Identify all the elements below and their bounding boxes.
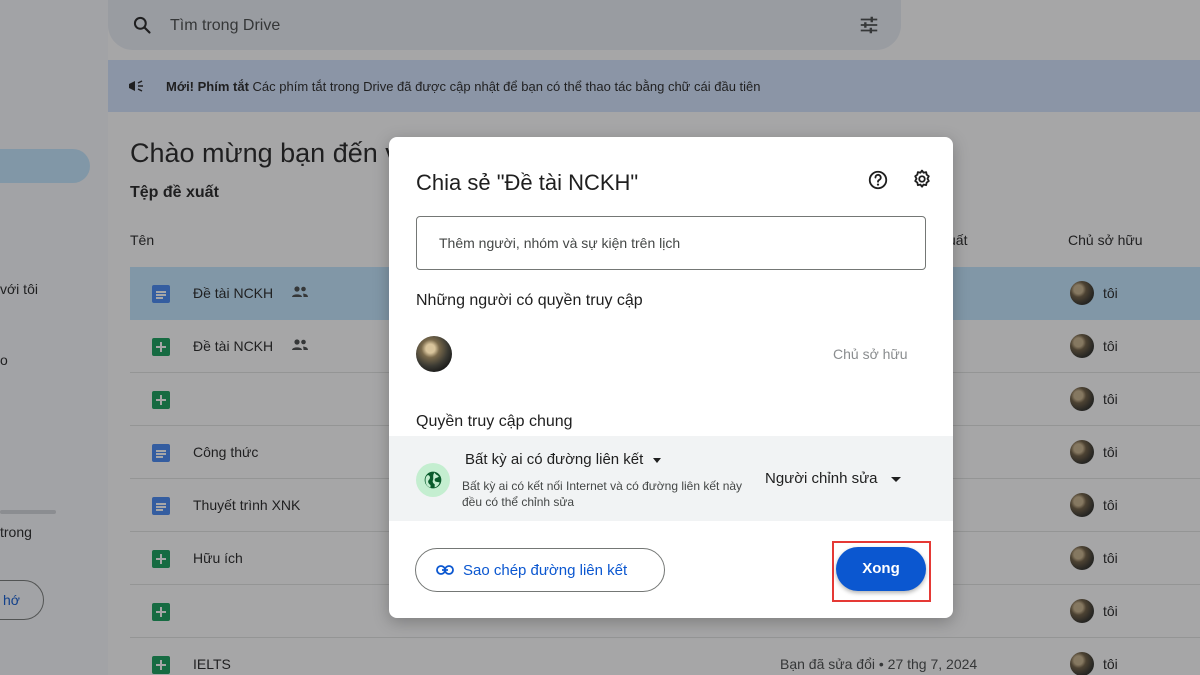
role-dropdown[interactable]: Người chỉnh sửa [765,470,902,487]
link-access-dropdown[interactable]: Bất kỳ ai có đường liên kết [465,451,662,468]
link-icon [436,565,454,575]
help-icon[interactable] [867,169,889,191]
chevron-down-icon [653,457,662,463]
chevron-down-icon [891,476,902,482]
globe-icon [424,471,442,489]
role-label: Người chỉnh sửa [765,470,878,487]
globe-icon-container [416,463,450,497]
link-access-label: Bất kỳ ai có đường liên kết [465,451,644,468]
gear-icon[interactable] [911,168,933,190]
dialog-title: Chia sẻ "Đề tài NCKH" [416,170,639,195]
link-access-description: Bất kỳ ai có kết nối Internet và có đườn… [462,479,743,509]
add-people-input[interactable] [416,216,926,270]
owner-avatar [416,336,452,372]
copy-link-label: Sao chép đường liên kết [463,562,628,579]
share-dialog: Chia sẻ "Đề tài NCKH" Những người có quy… [389,137,953,618]
general-access-section: Bất kỳ ai có đường liên kết Bất kỳ ai có… [389,436,953,521]
done-button[interactable]: Xong [836,547,926,591]
copy-link-button[interactable]: Sao chép đường liên kết [415,548,665,592]
general-access-heading: Quyền truy cập chung [416,413,573,430]
people-with-access-heading: Những người có quyền truy cập [416,292,643,309]
owner-role-label: Chủ sở hữu [833,346,908,362]
